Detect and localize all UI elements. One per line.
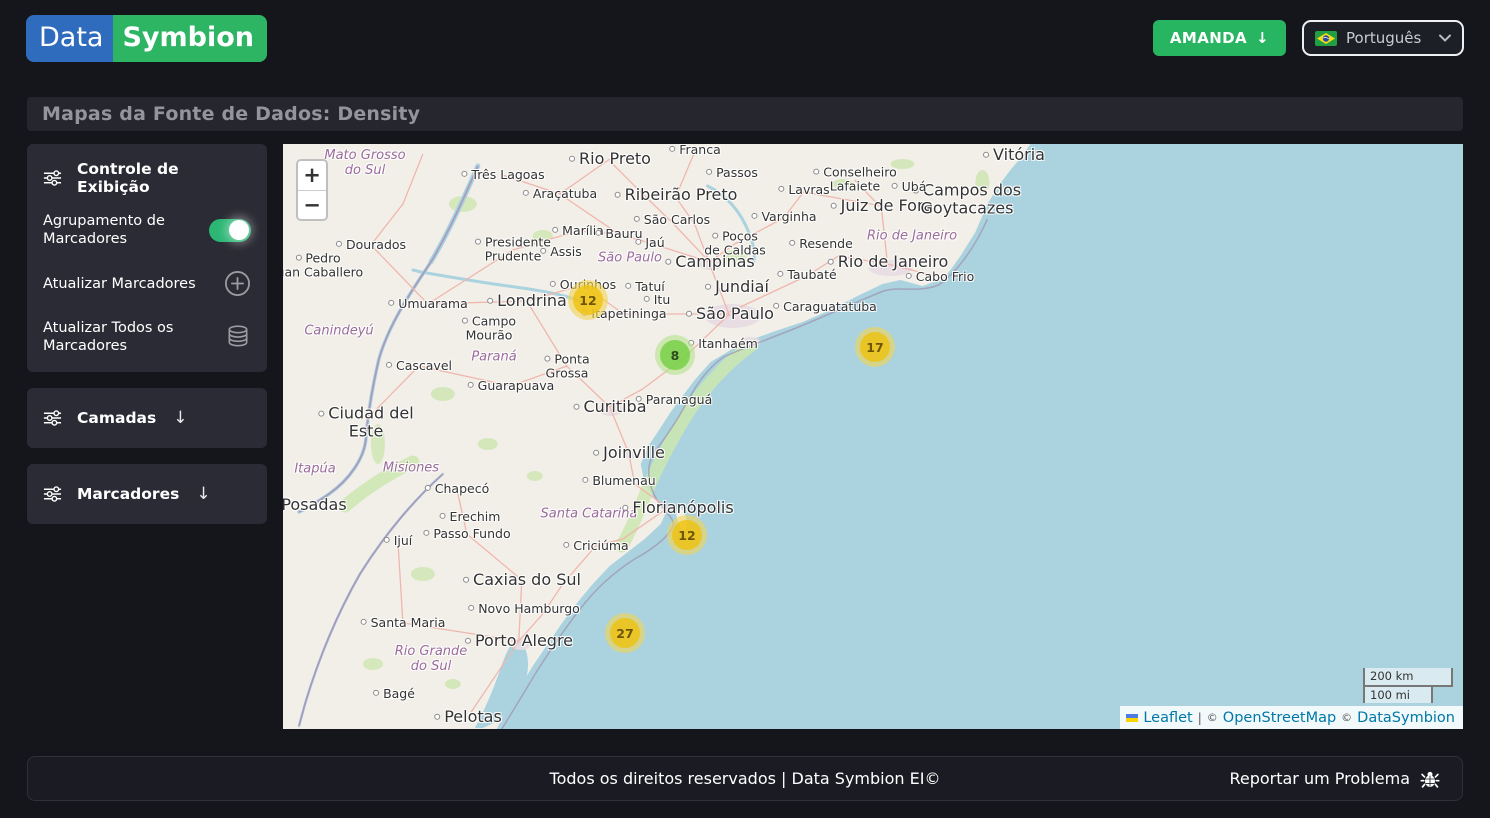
app-footer: Todos os direitos reservados | Data Symb… xyxy=(27,756,1463,801)
sidebar: Controle de Exibição Agrupamento de Marc… xyxy=(27,144,267,729)
sliders-icon xyxy=(43,170,62,186)
panel-title: Camadas xyxy=(77,408,157,427)
chevron-down-icon xyxy=(1439,34,1451,42)
refresh-markers-row: Atualizar Marcadores xyxy=(43,270,251,297)
panel-title: Marcadores xyxy=(77,484,180,503)
panel-title: Controle de Exibição xyxy=(77,160,179,196)
attribution-separator: | xyxy=(1197,710,1202,725)
copyright-symbol: © xyxy=(1341,711,1353,724)
toggle-knob xyxy=(229,220,249,241)
map-attribution: Leaflet | © OpenStreetMap © DataSymbion xyxy=(1120,706,1463,729)
panel-display-control-header: Controle de Exibição xyxy=(43,160,251,196)
panel-marcadores-header: Marcadores ↓ xyxy=(43,484,251,504)
panel-display-control: Controle de Exibição Agrupamento de Marc… xyxy=(27,144,267,372)
bug-icon xyxy=(1420,769,1440,789)
ukraine-flag-icon xyxy=(1126,713,1139,722)
marker-clustering-row: Agrupamento de Marcadores xyxy=(43,212,251,248)
refresh-all-markers-button[interactable] xyxy=(225,324,251,350)
database-icon xyxy=(228,325,248,347)
copyright-symbol: © xyxy=(1206,711,1218,724)
refresh-markers-label: Atualizar Marcadores xyxy=(43,275,196,292)
leaflet-link[interactable]: Leaflet xyxy=(1143,710,1192,726)
arrow-down-icon: ↓ xyxy=(173,407,188,428)
sliders-icon xyxy=(43,485,62,502)
app-header: Data Symbion AMANDA ↓ Português xyxy=(0,0,1490,76)
app-logo[interactable]: Data Symbion xyxy=(26,14,268,62)
openstreetmap-link[interactable]: OpenStreetMap xyxy=(1223,710,1336,726)
map-zoom-control: + − xyxy=(296,159,328,221)
sliders-icon xyxy=(43,409,62,426)
header-actions: AMANDA ↓ Português xyxy=(1152,20,1464,56)
report-problem-button[interactable]: Reportar um Problema xyxy=(1223,757,1446,800)
map-clusters: 12 8 17 12 27 xyxy=(283,144,1463,729)
marker-cluster[interactable]: 12 xyxy=(667,515,707,555)
copyright-text: Todos os direitos reservados | Data Symb… xyxy=(549,769,941,788)
map-container[interactable]: Mato Grosso do Sul São Paulo Rio de Janeir… xyxy=(283,144,1463,729)
map-scale-control: 200 km 100 mi xyxy=(1363,668,1453,703)
refresh-all-markers-label: Atualizar Todos os Marcadores xyxy=(43,320,174,355)
circle-plus-icon xyxy=(225,271,250,297)
marker-cluster[interactable]: 27 xyxy=(605,613,645,653)
page-title: Mapas da Fonte de Dados: Density xyxy=(42,103,421,125)
chevron-down-icon: ↓ xyxy=(1256,29,1269,47)
panel-marcadores[interactable]: Marcadores ↓ xyxy=(27,463,267,524)
map-zoom-out-button[interactable]: − xyxy=(298,190,326,219)
panel-camadas[interactable]: Camadas ↓ xyxy=(27,387,267,448)
datasymbion-link[interactable]: DataSymbion xyxy=(1357,710,1455,726)
user-menu-label: AMANDA xyxy=(1169,29,1248,47)
refresh-all-markers-row: Atualizar Todos os Marcadores xyxy=(43,319,251,355)
marker-clustering-label: Agrupamento de Marcadores xyxy=(43,213,165,248)
user-menu-button[interactable]: AMANDA ↓ xyxy=(1152,20,1286,56)
language-select[interactable]: Português xyxy=(1302,20,1464,56)
language-select-value: Português xyxy=(1346,29,1422,47)
marker-clustering-toggle[interactable] xyxy=(209,218,251,242)
marker-cluster[interactable]: 8 xyxy=(655,335,695,375)
scale-mi: 100 mi xyxy=(1363,684,1433,703)
brazil-flag-icon xyxy=(1315,30,1337,46)
arrow-down-icon: ↓ xyxy=(196,483,211,504)
marker-cluster[interactable]: 12 xyxy=(568,280,608,320)
page-title-bar: Mapas da Fonte de Dados: Density xyxy=(27,97,1463,131)
marker-cluster[interactable]: 17 xyxy=(855,327,895,367)
report-problem-label: Reportar um Problema xyxy=(1229,769,1410,788)
logo-symbion-part: Symbion xyxy=(113,14,268,62)
panel-camadas-header: Camadas ↓ xyxy=(43,408,251,428)
logo-data-part: Data xyxy=(26,14,114,62)
map-zoom-in-button[interactable]: + xyxy=(298,161,326,190)
add-markers-button[interactable] xyxy=(224,270,251,297)
